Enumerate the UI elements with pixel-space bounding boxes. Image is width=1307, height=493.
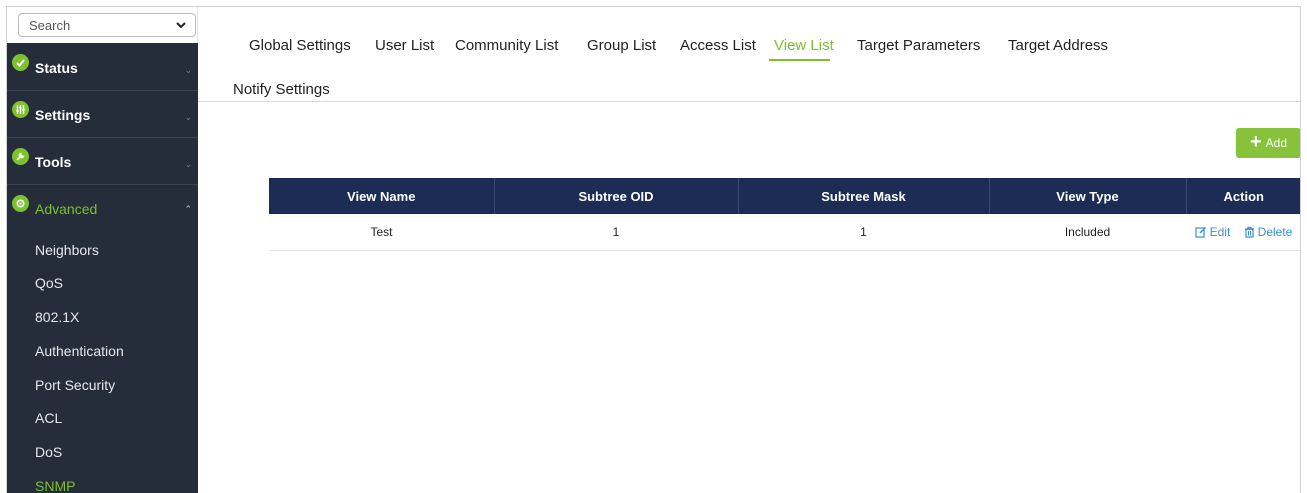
plus-icon: + [1249,131,1262,153]
sidebar-item-neighbors[interactable]: Neighbors [35,242,195,268]
edit-icon [1195,226,1206,238]
cell-view-name: Test [269,214,494,251]
cell-subtree-oid: 1 [494,214,738,251]
tab-user-list[interactable]: User List [375,37,434,54]
tab-notify-settings[interactable]: Notify Settings [233,81,330,98]
cell-view-type: Included [989,214,1186,251]
sidebar-item-label: Authentication [35,343,124,359]
delete-link[interactable]: Delete [1244,224,1293,239]
menu-group-settings[interactable]: Settings ⌄ [7,91,198,138]
sidebar-item-8021x[interactable]: 802.1X [35,309,195,335]
trash-icon [1244,226,1254,238]
sidebar: Search Status ⌄ Settings ⌄ Tools ⌄ Advan… [7,7,198,493]
sidebar-search-area: Search [7,7,198,43]
sidebar-item-qos[interactable]: QoS [35,275,195,301]
menu-group-label: Settings [35,107,91,123]
menu-group-label: Tools [35,154,72,170]
edit-label: Edit [1209,224,1231,239]
column-header-view-type: View Type [989,178,1187,214]
wrench-icon [12,148,29,165]
menu-group-advanced[interactable]: Advanced ⌃ [7,185,198,232]
tab-access-list[interactable]: Access List [680,37,756,54]
menu-group-status[interactable]: Status ⌄ [7,44,198,91]
cell-action: Edit Delete [1186,214,1300,251]
tab-view-list[interactable]: View List [774,37,834,54]
tab-global-settings[interactable]: Global Settings [249,37,351,54]
add-button[interactable]: + Add [1236,128,1300,158]
add-button-label: Add [1265,136,1288,150]
sidebar-item-label: QoS [35,275,64,291]
tab-group-list[interactable]: Group List [587,37,656,54]
app-window: Search Status ⌄ Settings ⌄ Tools ⌄ Advan… [6,6,1301,493]
sidebar-item-label: Port Security [35,377,116,393]
sidebar-item-label: Neighbors [35,242,99,258]
sidebar-item-label: SNMP [35,478,76,493]
chevron-up-icon: ⌃ [184,204,192,214]
sidebar-item-dos[interactable]: DoS [35,444,195,470]
menu-group-label: Status [35,60,78,76]
sidebar-item-label: 802.1X [35,309,80,325]
column-header-action: Action [1186,178,1300,214]
menu-group-label: Advanced [35,201,98,217]
check-icon [12,54,29,71]
sidebar-item-label: DoS [35,444,63,460]
column-header-view-name: View Name [269,178,495,214]
sidebar-item-acl[interactable]: ACL [35,410,195,436]
sidebar-item-snmp[interactable]: SNMP [35,478,195,493]
sliders-icon [12,101,29,118]
delete-label: Delete [1257,224,1293,239]
gear-icon [12,195,29,212]
sidebar-item-label: ACL [35,410,63,426]
tab-bar: Global Settings User List Community List… [198,7,1300,102]
edit-link[interactable]: Edit [1195,225,1234,239]
table-row: Test 1 1 Included Edit Delete [269,214,1300,251]
active-tab-indicator [769,59,830,61]
menu-group-tools[interactable]: Tools ⌄ [7,138,198,185]
view-list-table: View Name Subtree OID Subtree Mask View … [269,178,1300,251]
tab-target-address[interactable]: Target Address [1008,37,1108,54]
main-content: Global Settings User List Community List… [198,7,1300,493]
chevron-down-icon: ⌄ [184,159,192,169]
chevron-down-icon [176,22,186,29]
cell-subtree-mask: 1 [738,214,989,251]
table-header-row: View Name Subtree OID Subtree Mask View … [269,178,1300,214]
tab-target-parameters[interactable]: Target Parameters [857,37,980,54]
tab-community-list[interactable]: Community List [455,37,558,54]
sidebar-item-authentication[interactable]: Authentication [35,343,195,369]
search-select[interactable]: Search [18,13,196,37]
chevron-down-icon: ⌄ [184,112,192,122]
column-header-subtree-mask: Subtree Mask [738,178,990,214]
column-header-subtree-oid: Subtree OID [494,178,739,214]
sidebar-item-port-security[interactable]: Port Security [35,377,195,403]
search-label: Search [29,18,71,33]
chevron-down-icon: ⌄ [184,65,192,75]
